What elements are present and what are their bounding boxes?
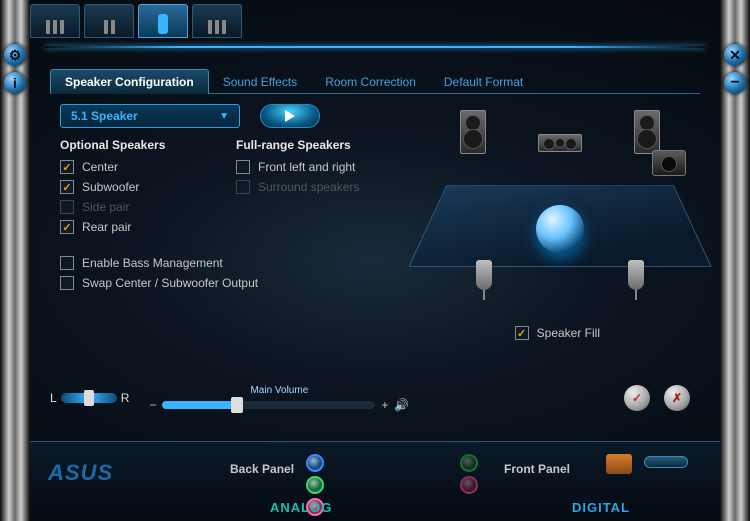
brand-logo: ASUS	[48, 460, 113, 486]
ok-button[interactable]: ✓	[624, 385, 650, 411]
checkbox-label: Speaker Fill	[537, 326, 600, 340]
chevron-down-icon: ▼	[219, 111, 229, 122]
header-divider	[45, 46, 705, 48]
optional-heading: Optional Speakers	[60, 138, 210, 152]
device-thumb-4[interactable]	[192, 4, 242, 38]
checkbox-icon	[236, 160, 250, 174]
slider-thumb	[231, 397, 243, 413]
checkbox-center[interactable]: Center	[60, 160, 210, 174]
main-volume-label: Main Volume	[149, 385, 409, 396]
checkbox-icon	[60, 256, 74, 270]
fullrange-speakers-group: Full-range Speakers Front left and right…	[236, 138, 386, 240]
slider-thumb	[84, 390, 94, 406]
checkbox-surround: Surround speakers	[236, 180, 386, 194]
test-play-button[interactable]	[260, 104, 320, 128]
checkbox-front-lr[interactable]: Front left and right	[236, 160, 386, 174]
footer-toggle-button[interactable]	[644, 456, 688, 468]
checkbox-icon	[60, 220, 74, 234]
tab-speaker-config[interactable]: Speaker Configuration	[50, 69, 209, 94]
device-thumb-3[interactable]	[138, 4, 188, 38]
checkbox-label: Surround speakers	[258, 180, 359, 194]
checkbox-icon	[60, 276, 74, 290]
checkbox-side-pair: Side pair	[60, 200, 210, 214]
checkbox-speaker-fill[interactable]: Speaker Fill	[515, 326, 600, 340]
jack-back-blue[interactable]	[306, 454, 324, 472]
main-volume-slider[interactable]	[162, 401, 375, 409]
volume-plus[interactable]: +	[381, 398, 388, 412]
jack-front-green[interactable]	[460, 454, 478, 472]
checkbox-icon	[60, 180, 74, 194]
checkbox-label: Center	[82, 160, 118, 174]
viz-speaker-center[interactable]	[538, 134, 582, 152]
info-button[interactable]: i	[4, 72, 26, 94]
analog-label: ANALOG	[270, 500, 332, 515]
optional-speakers-group: Optional Speakers Center Subwoofer Side …	[60, 138, 210, 240]
sound-icon[interactable]: 🔊	[394, 398, 409, 412]
play-icon	[285, 110, 295, 122]
check-icon: ✓	[632, 391, 642, 405]
viz-speaker-rear-right[interactable]	[628, 260, 644, 290]
checkbox-label: Swap Center / Subwoofer Output	[82, 276, 258, 290]
balance-l-label: L	[50, 391, 57, 405]
checkbox-icon	[60, 160, 74, 174]
device-thumb-1[interactable]	[30, 4, 80, 38]
volume-area: L R Main Volume − + 🔊 ✓ ✗	[50, 378, 690, 418]
speaker-visualizer	[430, 100, 690, 300]
tab-default-format[interactable]: Default Format	[430, 70, 537, 94]
volume-minus[interactable]: −	[149, 398, 156, 412]
digital-label: DIGITAL	[572, 500, 630, 515]
viz-listener-orb	[536, 205, 584, 253]
checkbox-label: Subwoofer	[82, 180, 139, 194]
viz-speaker-front-left[interactable]	[460, 110, 486, 154]
checkbox-label: Front left and right	[258, 160, 355, 174]
balance-r-label: R	[121, 391, 130, 405]
checkbox-icon	[515, 326, 529, 340]
viz-speaker-front-right[interactable]	[634, 110, 660, 154]
back-panel-label: Back Panel	[230, 462, 294, 476]
dropdown-value: 5.1 Speaker	[71, 109, 138, 123]
minimize-button[interactable]: −	[724, 72, 746, 94]
jack-back-green[interactable]	[306, 476, 324, 494]
info-icon: i	[13, 75, 17, 91]
balance-slider[interactable]	[61, 393, 117, 403]
checkbox-subwoofer[interactable]: Subwoofer	[60, 180, 210, 194]
gear-icon: ⚙	[9, 47, 22, 64]
checkbox-rear-pair[interactable]: Rear pair	[60, 220, 210, 234]
x-icon: ✗	[672, 391, 682, 405]
front-panel-label: Front Panel	[504, 462, 570, 476]
device-thumb-2[interactable]	[84, 4, 134, 38]
checkbox-label: Rear pair	[82, 220, 131, 234]
checkbox-label: Side pair	[82, 200, 129, 214]
jack-front-pink[interactable]	[460, 476, 478, 494]
footer-folder-button[interactable]	[606, 454, 632, 474]
minimize-icon: −	[730, 74, 739, 92]
close-button[interactable]: ✕	[724, 44, 746, 66]
close-icon: ✕	[729, 47, 741, 64]
checkbox-icon	[60, 200, 74, 214]
speaker-config-dropdown[interactable]: 5.1 Speaker ▼	[60, 104, 240, 128]
cancel-button[interactable]: ✗	[664, 385, 690, 411]
footer: ASUS Back Panel Front Panel ANALOG DIGIT…	[30, 441, 720, 521]
checkbox-icon	[236, 180, 250, 194]
device-thumbnails	[30, 0, 242, 38]
fullrange-heading: Full-range Speakers	[236, 138, 386, 152]
viz-speaker-rear-left[interactable]	[476, 260, 492, 290]
tab-bar: Speaker Configuration Sound Effects Room…	[50, 70, 700, 94]
tab-room-correction[interactable]: Room Correction	[311, 70, 430, 94]
settings-button[interactable]: ⚙	[4, 44, 26, 66]
viz-speaker-subwoofer[interactable]	[652, 150, 686, 176]
tab-sound-effects[interactable]: Sound Effects	[209, 70, 312, 94]
checkbox-label: Enable Bass Management	[82, 256, 223, 270]
